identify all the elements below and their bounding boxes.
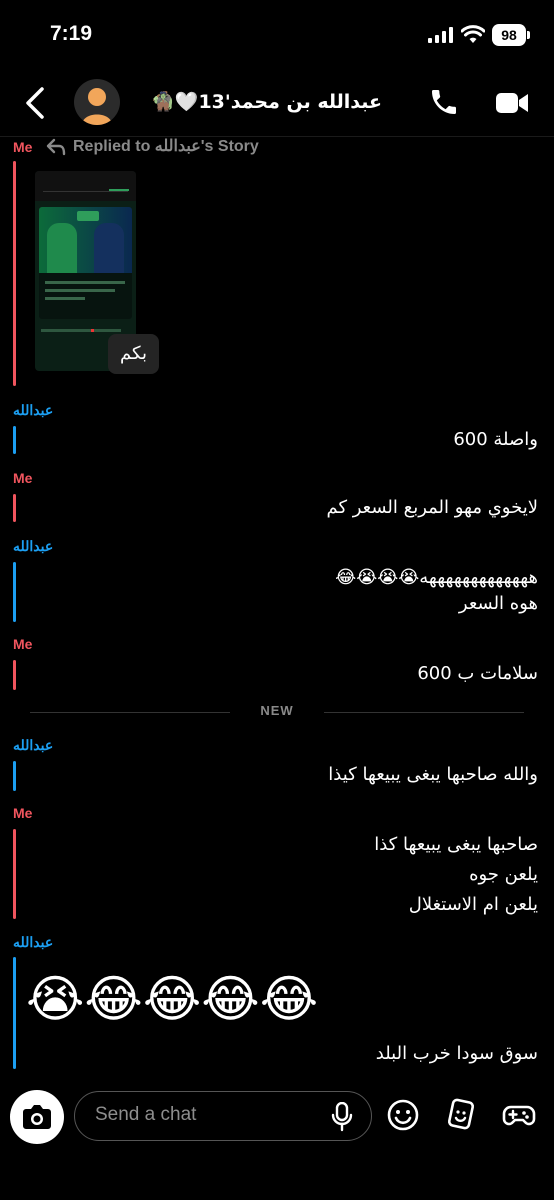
chat-title-emoji: 🤍🧌 (151, 91, 199, 113)
message-bar (13, 161, 16, 386)
message-bar (13, 562, 16, 622)
message-emojis: 😭😂😂😂😂 (26, 970, 319, 1028)
sender-label: عبدالله (13, 538, 54, 554)
chat-title-name: عبدالله بن محمد'13 (198, 91, 382, 113)
chat-input-placeholder: Send a chat (95, 1104, 197, 1125)
message-text: لايخوي مهو المربع السعر كم (326, 497, 538, 518)
message-text: سلامات ب 600 (417, 663, 538, 684)
wifi-icon (461, 25, 485, 43)
avatar[interactable] (74, 79, 120, 125)
sticker-icon[interactable] (444, 1098, 478, 1132)
smiley-icon[interactable] (386, 1098, 420, 1132)
message-group: Me Replied to عبدالله's Story بكم (0, 137, 554, 392)
bitmoji-avatar-icon (82, 88, 112, 125)
camera-icon (23, 1105, 51, 1129)
gamepad-icon[interactable] (502, 1098, 536, 1132)
message-bar (13, 957, 16, 1069)
new-messages-divider: NEW (30, 703, 524, 723)
sender-label: عبدالله (13, 934, 54, 950)
sender-label: عبدالله (13, 737, 54, 753)
status-time: 7:19 (50, 22, 93, 45)
chat-composer-bar: Send a chat (0, 1082, 554, 1200)
cellular-signal-icon (428, 27, 453, 43)
sender-label: Me (13, 139, 33, 155)
reply-note: Replied to عبدالله's Story (73, 138, 259, 155)
message-text: صاحبها يبغى يبيعها كذا يلعن جوه يلعن ام … (374, 834, 538, 915)
chat-messages[interactable]: Me Replied to عبدالله's Story بكم عبدالل… (0, 137, 554, 1082)
story-thumbnail-card (39, 207, 132, 319)
sender-label: Me (13, 805, 33, 821)
status-bar: 7:19 98 (0, 0, 554, 70)
camera-button[interactable] (10, 1090, 64, 1144)
sender-label: عبدالله (13, 402, 54, 418)
story-thumbnail-tabs (35, 171, 136, 201)
chat-header: عبدالله بن محمد'13🤍🧌 (0, 70, 554, 137)
message-text: واصلة 600 (453, 429, 538, 450)
phone-icon[interactable] (428, 86, 460, 118)
chat-title[interactable]: عبدالله بن محمد'13🤍🧌 (142, 90, 382, 118)
message-bar (13, 494, 16, 522)
sender-label: Me (13, 470, 33, 486)
message-bar (13, 761, 16, 791)
microphone-icon[interactable] (331, 1102, 353, 1132)
message-bar (13, 829, 16, 919)
battery-indicator: 98 (492, 24, 530, 46)
divider-label: NEW (260, 703, 294, 718)
message-text: سوق سودا خرب البلد (375, 1043, 538, 1064)
message-text: هههههههههههههه😭😭😭😂 هوه السعر (335, 567, 538, 614)
message-text: بكم (108, 334, 159, 374)
message-text: والله صاحبها يبغى يبيعها كيذا (328, 764, 538, 785)
message-bar (13, 660, 16, 690)
chat-input[interactable]: Send a chat (74, 1091, 372, 1141)
video-camera-icon[interactable] (494, 88, 530, 118)
chevron-left-icon[interactable] (22, 86, 52, 120)
reply-arrow-icon (46, 138, 66, 156)
sender-label: Me (13, 636, 33, 652)
message-bar (13, 426, 16, 454)
